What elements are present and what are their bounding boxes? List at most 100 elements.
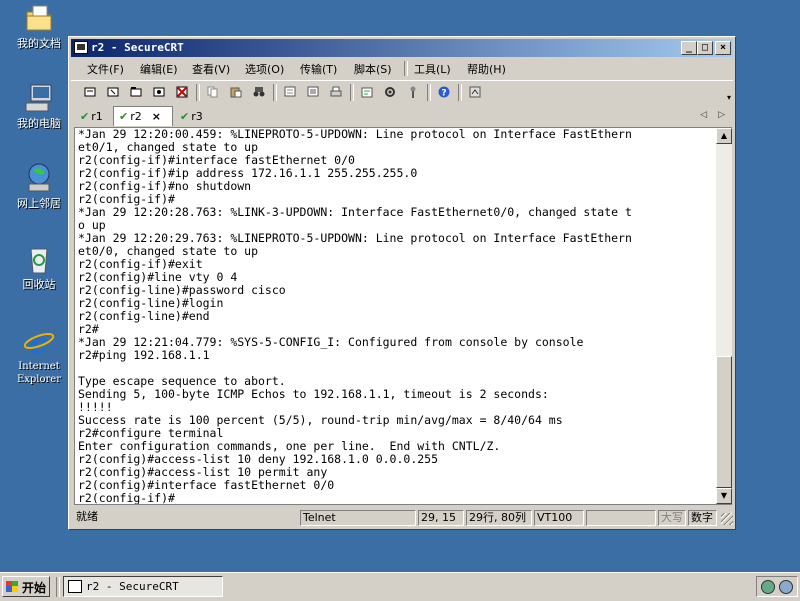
menu-separator — [404, 61, 408, 76]
window-title: r2 - SecureCRT — [91, 41, 184, 54]
taskbar-button-securecrt[interactable]: r2 - SecureCRT — [63, 576, 223, 597]
terminal-line: r2(config-if)# — [78, 491, 175, 505]
folder-icon — [23, 2, 55, 34]
windows-logo-icon — [6, 581, 18, 592]
tab-r1[interactable]: ✔ r1 — [75, 108, 111, 125]
terminal-output[interactable]: *Jan 29 12:20:00.459: %LINEPROTO-5-UPDOW… — [74, 127, 716, 505]
maximize-button[interactable]: □ — [697, 41, 713, 55]
tab-scroll-left-icon[interactable]: ◁ — [700, 110, 707, 120]
app-icon — [68, 580, 82, 593]
check-icon: ✔ — [119, 110, 129, 123]
menu-edit[interactable]: 编辑(E) — [140, 61, 178, 77]
terminal-line: r2(config-line)#end — [78, 309, 210, 323]
status-protocol: Telnet — [300, 510, 416, 526]
tab-label: r1 — [91, 110, 103, 123]
taskbar-separator — [56, 577, 60, 597]
sftp-icon[interactable] — [466, 83, 484, 101]
app-icon — [74, 41, 88, 54]
print-screen-icon[interactable] — [281, 83, 299, 101]
desktop-icon-label: 我的电脑 — [17, 117, 61, 130]
desktop-icon-network[interactable]: 网上邻居 — [4, 162, 74, 210]
status-size: 29行, 80列 — [466, 510, 532, 526]
svg-text:e: e — [29, 326, 48, 357]
menu-script[interactable]: 脚本(S) — [354, 61, 392, 77]
title-bar[interactable]: r2 - SecureCRT _ □ × — [71, 39, 733, 57]
check-icon: ✔ — [80, 110, 90, 123]
recycle-bin-icon — [23, 243, 55, 275]
check-icon: ✔ — [180, 110, 190, 123]
help-icon[interactable]: ? — [435, 83, 453, 101]
menu-help[interactable]: 帮助(H) — [467, 61, 506, 77]
menu-options[interactable]: 选项(O) — [245, 61, 284, 77]
disconnect-icon[interactable] — [173, 83, 191, 101]
tab-scroll-right-icon[interactable]: ▷ — [718, 110, 725, 120]
print-icon[interactable] — [327, 83, 345, 101]
resize-grip-icon[interactable] — [721, 513, 733, 525]
scroll-thumb[interactable] — [716, 356, 732, 488]
terminal-line: r2#ping 192.168.1.1 — [78, 348, 210, 362]
toolbar-separator — [427, 84, 431, 101]
status-emulation: VT100 — [534, 510, 584, 526]
menu-tools[interactable]: 工具(L) — [414, 61, 451, 77]
network-icon — [23, 162, 55, 194]
toolbar-separator — [196, 84, 200, 101]
quick-connect-icon[interactable] — [104, 83, 122, 101]
scroll-up-button[interactable]: ▲ — [716, 128, 732, 144]
terminal-line: *Jan 29 12:20:28.763: %LINK-3-UPDOWN: In… — [78, 205, 632, 219]
taskbar: 开始 r2 - SecureCRT — [0, 572, 800, 601]
tab-label: r3 — [191, 110, 203, 123]
status-caps: 大写 — [658, 510, 686, 526]
terminal-scrollbar[interactable]: ▲ ▼ — [716, 127, 732, 505]
network-status-icon[interactable] — [761, 580, 775, 594]
desktop-icon-my-computer[interactable]: 我的电脑 — [4, 82, 74, 130]
ie-icon: e — [23, 325, 55, 361]
connect-tab-icon[interactable] — [127, 83, 145, 101]
desktop-icon-internet-explorer[interactable]: e Internet Explorer — [4, 325, 74, 386]
toolbar-overflow-icon[interactable]: ▾ — [727, 93, 731, 102]
keymap-icon[interactable] — [404, 83, 422, 101]
desktop-icon-my-documents[interactable]: 我的文档 — [4, 2, 74, 50]
connect-icon[interactable] — [81, 83, 99, 101]
desktop-icon-label: Internet Explorer — [16, 361, 62, 385]
start-label: 开始 — [22, 581, 47, 595]
session-options-icon[interactable] — [358, 83, 376, 101]
toolbar-separator — [350, 84, 354, 101]
reconnect-icon[interactable] — [150, 83, 168, 101]
securecrt-window: r2 - SecureCRT _ □ × 文件(F) 编辑(E) 查看(V) 选… — [68, 36, 736, 530]
tab-label: r2 — [130, 110, 142, 123]
print-selection-icon[interactable] — [304, 83, 322, 101]
menu-file[interactable]: 文件(F) — [87, 61, 124, 77]
status-num: 数字 — [688, 510, 717, 526]
tab-r3[interactable]: ✔ r3 — [175, 108, 211, 125]
status-bar: 就绪 Telnet 29, 15 29行, 80列 VT100 大写 数字 — [71, 509, 733, 527]
global-options-icon[interactable] — [381, 83, 399, 101]
desktop-icon-label: 我的文档 — [17, 37, 61, 50]
toolbar-separator — [458, 84, 462, 101]
menu-transfer[interactable]: 传输(T) — [300, 61, 337, 77]
minimize-button[interactable]: _ — [681, 41, 697, 55]
close-tab-icon[interactable]: × — [152, 110, 161, 123]
system-tray — [756, 576, 798, 597]
desktop-icon-label: 网上邻居 — [17, 197, 61, 210]
close-button[interactable]: × — [715, 41, 731, 55]
desktop-icon-recycle-bin[interactable]: 回收站 — [4, 243, 74, 291]
copy-icon[interactable] — [204, 83, 222, 101]
volume-icon[interactable] — [779, 580, 793, 594]
scroll-down-button[interactable]: ▼ — [716, 488, 732, 504]
toolbar-separator — [273, 84, 277, 101]
menu-bar: 文件(F) 编辑(E) 查看(V) 选项(O) 传输(T) 脚本(S) 工具(L… — [71, 58, 733, 78]
status-empty — [586, 510, 656, 526]
status-cursor: 29, 15 — [418, 510, 464, 526]
tab-r2[interactable]: ✔ r2 × — [113, 106, 173, 126]
computer-icon — [23, 82, 55, 114]
taskbar-button-label: r2 - SecureCRT — [86, 580, 179, 593]
paste-icon[interactable] — [227, 83, 245, 101]
find-icon[interactable] — [250, 83, 268, 101]
desktop-icon-label: 回收站 — [22, 278, 56, 291]
svg-text:?: ? — [441, 89, 446, 99]
session-tabs: ✔ r1 ✔ r2 × ✔ r3 ◁ ▷ — [71, 106, 733, 126]
start-button[interactable]: 开始 — [2, 576, 50, 597]
status-ready: 就绪 — [76, 510, 98, 523]
terminal-line: Sending 5, 100-byte ICMP Echos to 192.16… — [78, 387, 549, 401]
menu-view[interactable]: 查看(V) — [192, 61, 230, 77]
